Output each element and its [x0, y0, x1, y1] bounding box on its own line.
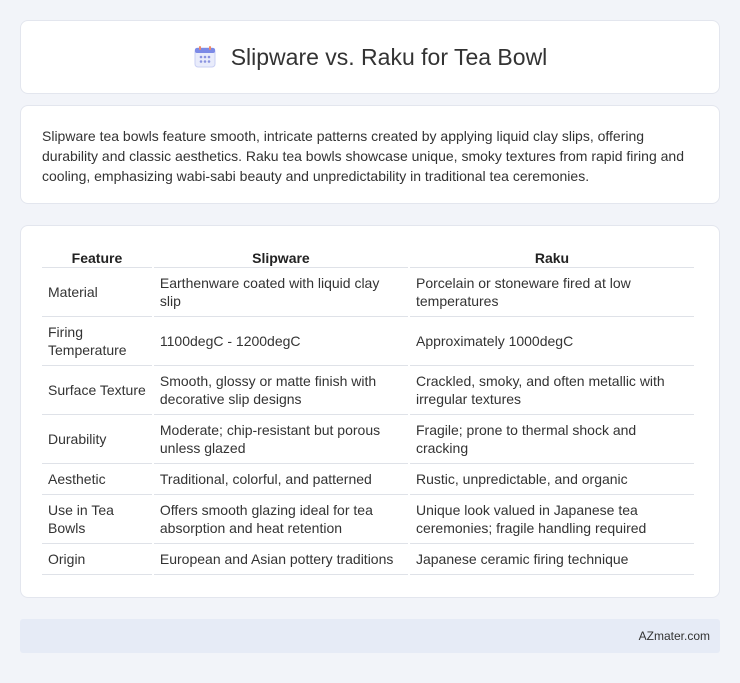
cell-slipware: Traditional, colorful, and patterned — [153, 464, 408, 495]
cell-slipware: Earthenware coated with liquid clay slip — [153, 268, 408, 317]
cell-slipware: 1100degC - 1200degC — [153, 317, 408, 366]
table-row: Firing Temperature 1100degC - 1200degC A… — [42, 317, 694, 366]
cell-raku: Rustic, unpredictable, and organic — [409, 464, 694, 495]
cell-raku: Porcelain or stoneware fired at low temp… — [409, 268, 694, 317]
table-row: Material Earthenware coated with liquid … — [42, 268, 694, 317]
footer-bar: AZmater.com — [20, 619, 720, 653]
cell-raku: Unique look valued in Japanese tea cerem… — [409, 495, 694, 544]
intro-text: Slipware tea bowls feature smooth, intri… — [42, 128, 684, 184]
cell-feature: Material — [42, 268, 152, 317]
cell-slipware: Moderate; chip-resistant but porous unle… — [153, 415, 408, 464]
table-header-row: Feature Slipware Raku — [42, 246, 694, 268]
cell-raku: Fragile; prone to thermal shock and crac… — [409, 415, 694, 464]
cell-raku: Crackled, smoky, and often metallic with… — [409, 366, 694, 415]
cell-raku: Japanese ceramic firing technique — [409, 544, 694, 575]
table-row: Surface Texture Smooth, glossy or matte … — [42, 366, 694, 415]
cell-feature: Use in Tea Bowls — [42, 495, 152, 544]
table-row: Origin European and Asian pottery tradit… — [42, 544, 694, 575]
cell-feature: Durability — [42, 415, 152, 464]
cell-feature: Surface Texture — [42, 366, 152, 415]
cell-slipware: Smooth, glossy or matte finish with deco… — [153, 366, 408, 415]
title-card: Slipware vs. Raku for Tea Bowl — [20, 20, 720, 94]
calendar-icon — [194, 46, 216, 68]
cell-slipware: European and Asian pottery traditions — [153, 544, 408, 575]
cell-raku: Approximately 1000degC — [409, 317, 694, 366]
intro-card: Slipware tea bowls feature smooth, intri… — [20, 105, 720, 204]
comparison-card: Feature Slipware Raku Material Earthenwa… — [20, 225, 720, 598]
cell-feature: Origin — [42, 544, 152, 575]
table-row: Aesthetic Traditional, colorful, and pat… — [42, 464, 694, 495]
page-title: Slipware vs. Raku for Tea Bowl — [230, 43, 548, 70]
table-row: Durability Moderate; chip-resistant but … — [42, 415, 694, 464]
cell-feature: Firing Temperature — [42, 317, 152, 366]
comparison-table: Feature Slipware Raku Material Earthenwa… — [40, 246, 696, 575]
footer-brand[interactable]: AZmater.com — [639, 629, 710, 643]
header-raku: Raku — [409, 246, 694, 268]
table-row: Use in Tea Bowls Offers smooth glazing i… — [42, 495, 694, 544]
cell-feature: Aesthetic — [42, 464, 152, 495]
cell-slipware: Offers smooth glazing ideal for tea abso… — [153, 495, 408, 544]
header-slipware: Slipware — [153, 246, 408, 268]
header-feature: Feature — [42, 246, 152, 268]
